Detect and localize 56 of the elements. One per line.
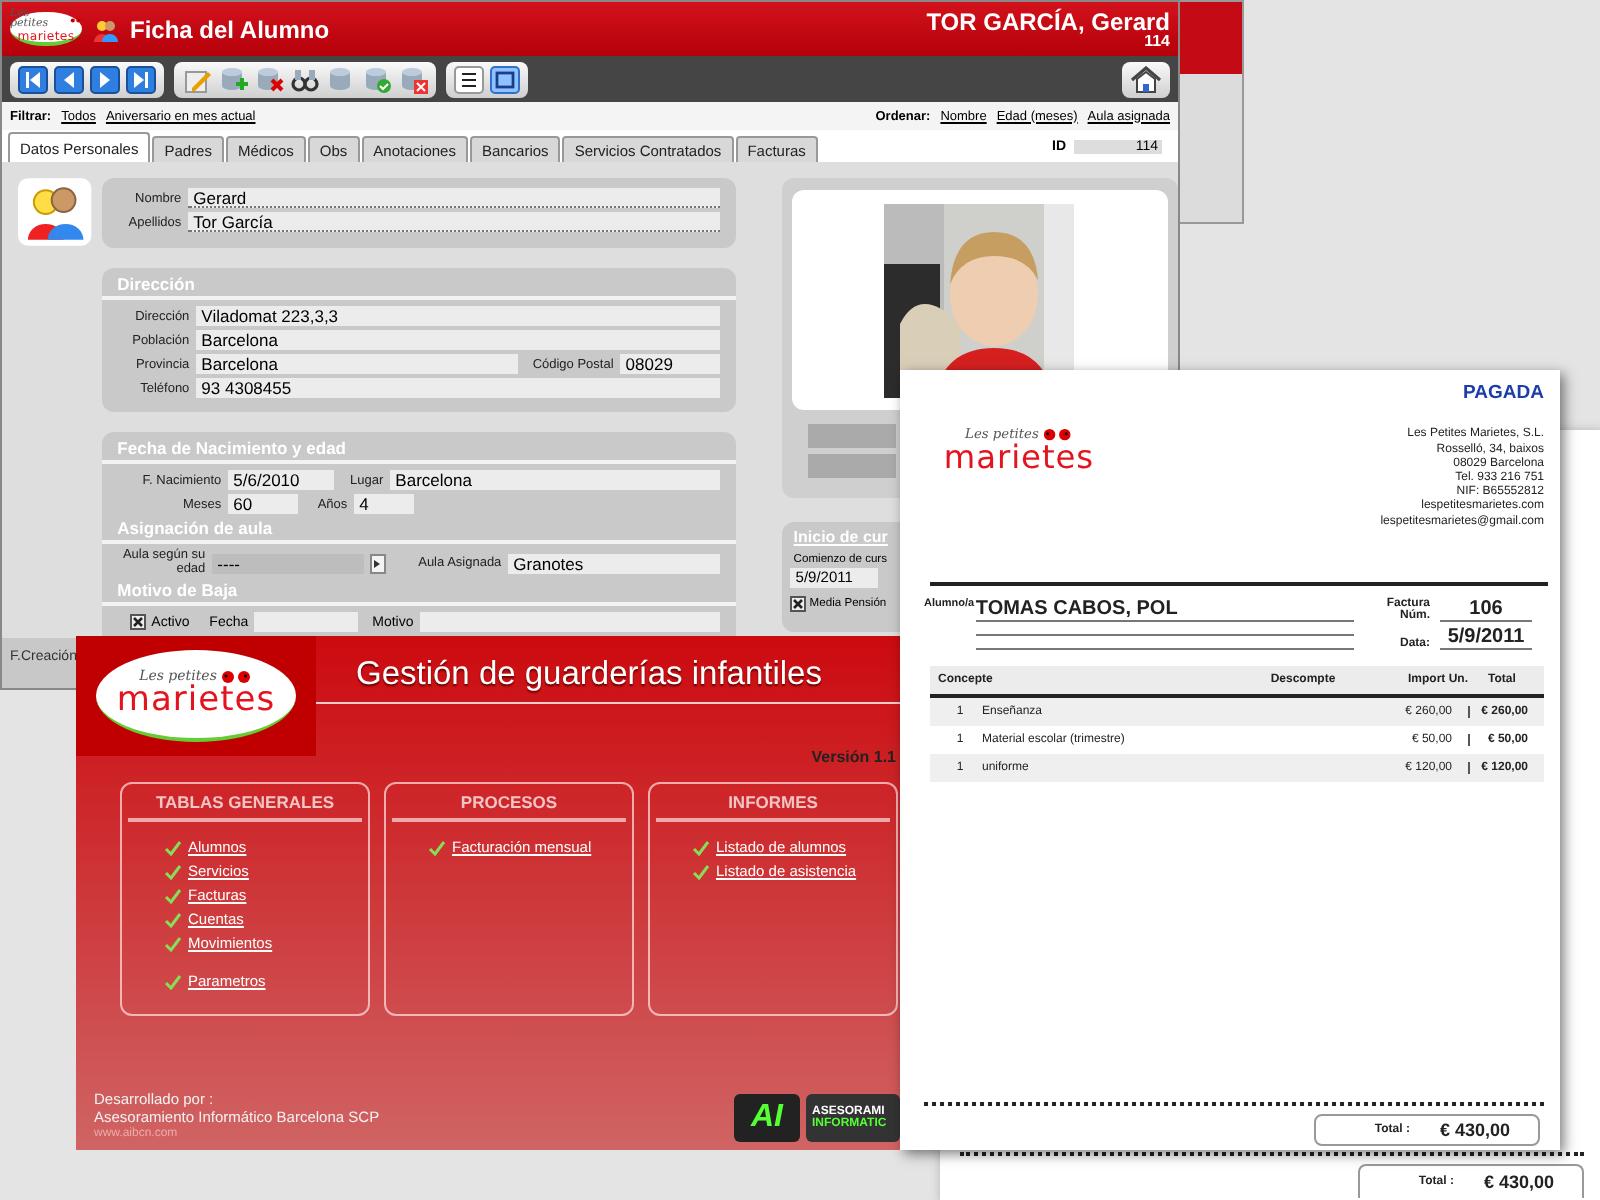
- database-add-icon[interactable]: [218, 65, 248, 93]
- input-field[interactable]: Tor García: [187, 212, 720, 232]
- panel-title: INFORMES: [656, 792, 890, 822]
- database-delete-icon[interactable]: [254, 65, 284, 93]
- database-cancel-icon[interactable]: [398, 65, 428, 93]
- input-field[interactable]: [419, 612, 720, 632]
- input-field[interactable]: Barcelona: [389, 470, 720, 490]
- input-field[interactable]: Barcelona: [195, 354, 518, 374]
- student-name: TOR GARCÍA, Gerard: [926, 9, 1170, 33]
- input-field[interactable]: 5/6/2010: [227, 470, 334, 490]
- list-view-icon[interactable]: [454, 65, 484, 93]
- form-view-icon[interactable]: [490, 65, 520, 93]
- home-icon: [1130, 65, 1162, 93]
- panel-title: PROCESOS: [392, 792, 626, 822]
- input-field[interactable]: Granotes: [507, 553, 720, 573]
- database-check-icon[interactable]: [362, 65, 392, 93]
- student-number: 114: [1144, 33, 1170, 49]
- version-label: Versión 1.1: [811, 748, 896, 766]
- check-icon: [164, 973, 182, 989]
- people-icon: [94, 17, 118, 41]
- input-field[interactable]: ----: [211, 553, 364, 573]
- checkbox[interactable]: [129, 614, 146, 630]
- ladybug-icon: [1042, 428, 1073, 443]
- logo-name: marietes: [943, 442, 1095, 475]
- input-field[interactable]: Viladomat 223,3,3: [195, 306, 720, 326]
- student-name: TOMAS CABOS, POL: [975, 597, 1355, 622]
- invoice-date: 5/9/2011: [1440, 625, 1532, 650]
- next-icon[interactable]: [90, 65, 120, 93]
- checkbox[interactable]: [789, 596, 806, 612]
- company-logo: AI: [734, 1094, 800, 1142]
- first-icon[interactable]: [18, 65, 48, 93]
- input-field[interactable]: 4: [353, 494, 414, 514]
- ladybug-icon: [70, 18, 82, 24]
- people-icon: [18, 178, 92, 246]
- input-field[interactable]: 93 4308455: [195, 378, 720, 398]
- panel-title: TABLAS GENERALES: [128, 792, 362, 822]
- previous-icon[interactable]: [54, 65, 84, 93]
- pencil-icon[interactable]: [182, 65, 212, 93]
- last-icon[interactable]: [126, 65, 156, 93]
- total-value: € 430,00: [1483, 1172, 1554, 1192]
- binoculars-icon[interactable]: [290, 65, 320, 93]
- input-field[interactable]: [254, 612, 359, 632]
- home-button[interactable]: [1122, 61, 1170, 97]
- logo-name: marietes: [116, 684, 276, 718]
- input-field[interactable]: Barcelona: [195, 330, 720, 350]
- invoice-number: 106: [1440, 597, 1532, 622]
- input-field[interactable]: 08029: [619, 354, 720, 374]
- input-field[interactable]: 60: [227, 494, 298, 514]
- arrow-button[interactable]: [369, 553, 386, 573]
- check-icon: [428, 839, 446, 855]
- input-field[interactable]: Gerard: [187, 188, 720, 208]
- payment-status: PAGADA: [1463, 382, 1544, 405]
- ladybug-icon: [220, 670, 253, 684]
- total-value: € 430,00: [1439, 1120, 1510, 1140]
- window-title: Ficha del Alumno: [130, 15, 330, 43]
- window-title: Gestión de guarderías infantiles: [356, 656, 824, 694]
